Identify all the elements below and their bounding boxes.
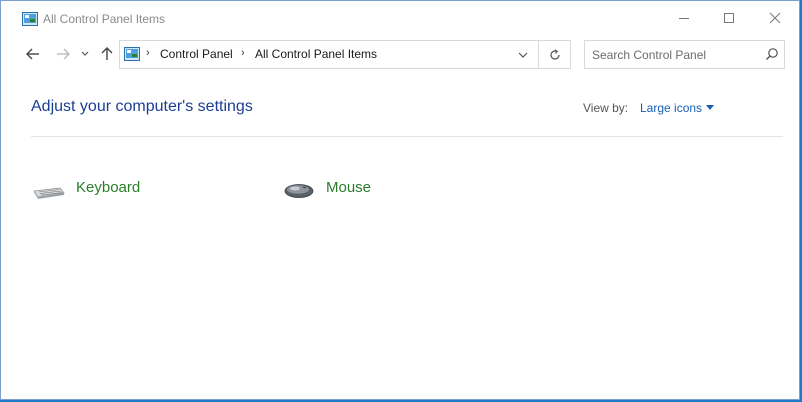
maximize-icon	[724, 13, 734, 23]
navigation-bar: › Control Panel › All Control Panel Item…	[1, 39, 799, 71]
address-dropdown-button[interactable]	[512, 41, 534, 68]
breadcrumb-separator[interactable]: ›	[241, 47, 245, 59]
close-button[interactable]	[752, 1, 798, 35]
minimize-icon	[679, 18, 689, 19]
item-label-mouse[interactable]: Mouse	[326, 179, 371, 196]
recent-locations-button[interactable]	[77, 43, 93, 65]
header-divider	[31, 136, 783, 137]
forward-arrow-icon	[57, 48, 70, 60]
refresh-button[interactable]	[540, 41, 570, 68]
minimize-button[interactable]	[661, 1, 707, 35]
mouse-icon	[284, 184, 314, 198]
search-box[interactable]	[584, 40, 785, 69]
up-button[interactable]	[96, 43, 118, 65]
breadcrumb-all-items[interactable]: All Control Panel Items	[255, 47, 377, 61]
back-arrow-icon	[26, 48, 39, 60]
view-by-label: View by:	[583, 101, 629, 115]
chevron-down-icon	[81, 51, 89, 56]
maximize-button[interactable]	[706, 1, 752, 35]
view-by-dropdown[interactable]: Large icons	[640, 101, 702, 115]
title-bar[interactable]: All Control Panel Items	[1, 1, 799, 37]
up-arrow-icon	[101, 47, 113, 60]
control-panel-window: All Control Panel Items › Control Panel …	[0, 0, 800, 400]
close-icon	[769, 12, 781, 24]
control-panel-item-mouse[interactable]: Mouse	[284, 177, 394, 203]
breadcrumb-separator[interactable]: ›	[146, 47, 150, 59]
page-title: Adjust your computer's settings	[31, 98, 253, 115]
keyboard-icon	[33, 187, 65, 199]
item-label-keyboard[interactable]: Keyboard	[76, 179, 140, 196]
back-button[interactable]	[22, 43, 44, 65]
breadcrumb-control-panel[interactable]: Control Panel	[160, 47, 233, 61]
forward-button[interactable]	[52, 43, 74, 65]
control-panel-icon	[124, 47, 140, 61]
control-panel-icon	[22, 12, 38, 26]
search-icon[interactable]	[765, 47, 779, 61]
caret-down-icon[interactable]	[706, 105, 714, 110]
chevron-down-icon	[518, 52, 528, 58]
address-divider	[538, 41, 539, 68]
search-input[interactable]	[592, 46, 757, 63]
window-title: All Control Panel Items	[43, 12, 166, 26]
address-bar[interactable]: › Control Panel › All Control Panel Item…	[119, 40, 571, 69]
control-panel-item-keyboard[interactable]: Keyboard	[33, 177, 163, 203]
refresh-icon	[550, 48, 560, 60]
